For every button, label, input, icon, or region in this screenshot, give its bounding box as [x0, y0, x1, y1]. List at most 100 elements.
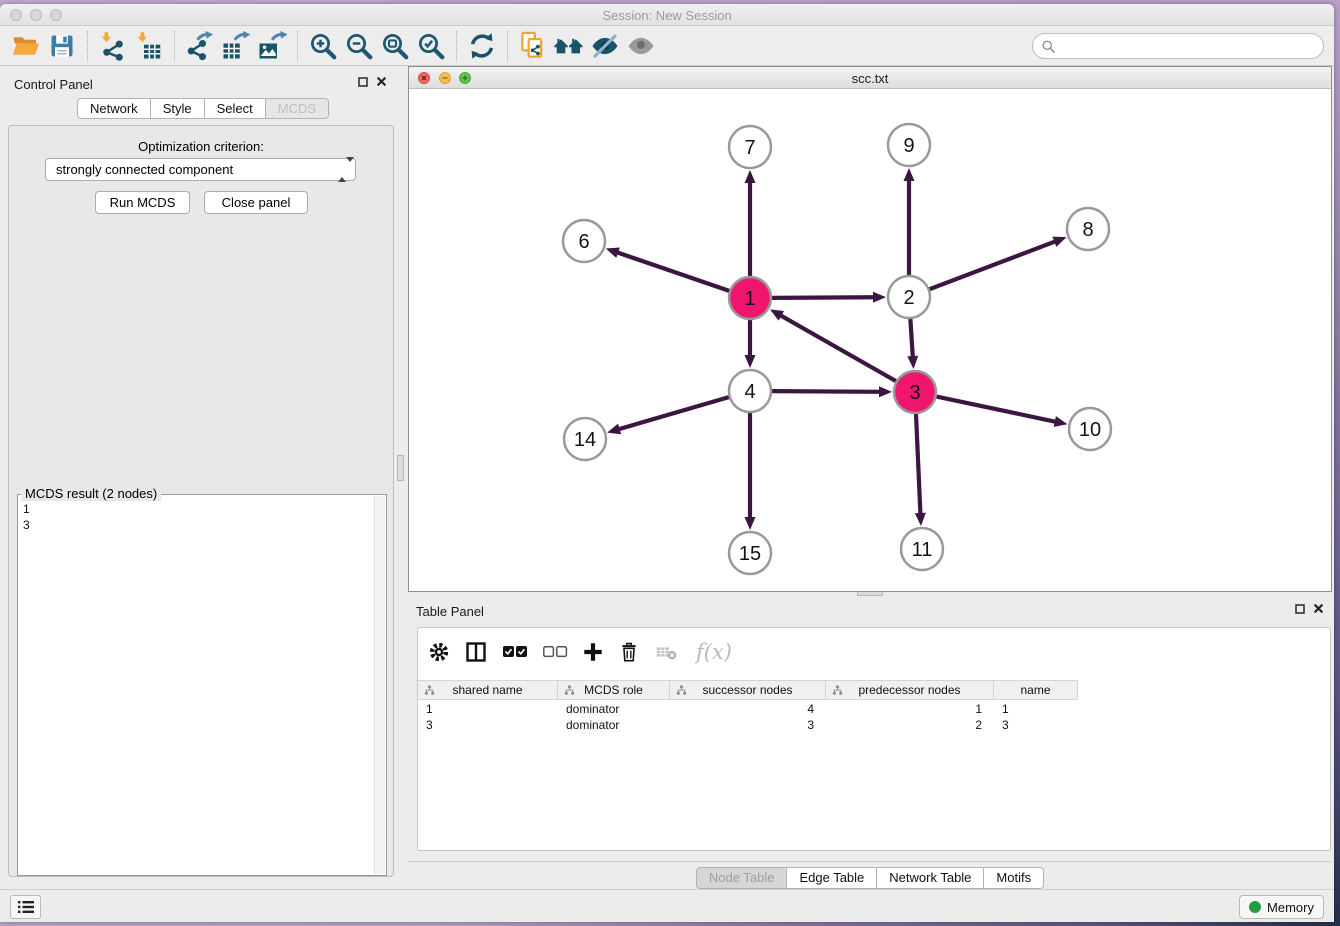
show-all-button[interactable]	[623, 29, 659, 63]
edge-1-2[interactable]	[772, 297, 874, 298]
vertical-splitter-handle[interactable]	[397, 455, 404, 481]
edge-3-10[interactable]	[937, 397, 1056, 422]
close-table-panel-icon[interactable]	[1313, 603, 1324, 614]
close-panel-icon[interactable]	[376, 76, 387, 87]
export-table-button[interactable]	[218, 29, 254, 63]
hide-selected-button[interactable]	[587, 29, 623, 63]
table-cell[interactable]: 1	[994, 701, 1078, 717]
mcds-result-lines: 1 3	[23, 501, 30, 533]
arrowhead-icon	[879, 386, 892, 397]
table-cell[interactable]: dominator	[558, 717, 670, 733]
select-all-button[interactable]	[502, 644, 528, 660]
add-column-button[interactable]	[582, 641, 604, 663]
toolbar-separator	[456, 31, 457, 61]
tab-edge-table[interactable]: Edge Table	[787, 867, 877, 889]
graph-node-label: 14	[574, 429, 596, 451]
toolbar-separator	[87, 31, 88, 61]
toolbar-separator	[507, 31, 508, 61]
edge-4-3[interactable]	[772, 391, 880, 392]
control-panel-tabs: NetworkStyleSelectMCDS	[77, 98, 329, 119]
edge-3-1[interactable]	[780, 315, 895, 381]
arrowhead-icon	[745, 170, 756, 183]
criterion-dropdown[interactable]: strongly connected component	[45, 158, 356, 181]
task-list-icon	[17, 900, 35, 914]
float-panel-icon[interactable]	[358, 77, 368, 87]
edge-3-11[interactable]	[916, 414, 920, 514]
table-row[interactable]: 3dominator323	[418, 717, 1330, 733]
memory-button[interactable]: Memory	[1239, 895, 1324, 919]
table-settings-button[interactable]	[428, 641, 450, 663]
duplicate-network-button[interactable]	[515, 29, 551, 63]
table-cell[interactable]: 4	[670, 701, 826, 717]
column-header-predecessor-nodes[interactable]: predecessor nodes	[826, 680, 994, 700]
mcds-result-line: 3	[23, 517, 30, 533]
table-cell[interactable]: 1	[418, 701, 558, 717]
search-field[interactable]	[1032, 33, 1324, 59]
home-icon	[553, 31, 585, 61]
mcds-panel: Optimization criterion: strongly connect…	[8, 125, 394, 877]
close-panel-button[interactable]: Close panel	[204, 191, 308, 214]
table-cell[interactable]: 3	[994, 717, 1078, 733]
table-cell[interactable]: 1	[826, 701, 994, 717]
column-header-label: name	[1020, 683, 1050, 697]
open-session-button[interactable]	[8, 29, 44, 63]
table-panel-tabs: Node TableEdge TableNetwork TableMotifs	[408, 867, 1332, 889]
table-cell[interactable]: 3	[418, 717, 558, 733]
function-builder-button[interactable]: f(x)	[696, 640, 732, 664]
zoom-in-button[interactable]	[305, 29, 341, 63]
column-header-MCDS-role[interactable]: MCDS role	[558, 680, 670, 700]
graph-node-label: 10	[1079, 419, 1101, 441]
zoom-out-button[interactable]	[341, 29, 377, 63]
zoom-selected-button[interactable]	[413, 29, 449, 63]
home-view-button[interactable]	[551, 29, 587, 63]
graph-node-label: 1	[744, 288, 755, 310]
graph-node-label: 11	[912, 539, 933, 561]
column-header-shared-name[interactable]: shared name	[418, 680, 558, 700]
deselect-all-button[interactable]	[542, 644, 568, 660]
table-cell[interactable]: dominator	[558, 701, 670, 717]
tab-motifs[interactable]: Motifs	[984, 867, 1044, 889]
toolbar-separator	[297, 31, 298, 61]
network-graph-canvas[interactable]: 7968124314101511	[409, 89, 1331, 592]
column-type-icon	[832, 685, 843, 696]
column-header-successor-nodes[interactable]: successor nodes	[670, 680, 826, 700]
export-network-button[interactable]	[182, 29, 218, 63]
tab-mcds[interactable]: MCDS	[266, 98, 329, 119]
tab-select[interactable]: Select	[205, 98, 266, 119]
refresh-view-button[interactable]	[464, 29, 500, 63]
import-network-button[interactable]	[95, 29, 131, 63]
zoom-fit-button[interactable]	[377, 29, 413, 63]
tab-network-table[interactable]: Network Table	[877, 867, 984, 889]
delete-table-button[interactable]	[654, 641, 680, 663]
edge-2-3[interactable]	[910, 319, 912, 357]
delete-column-button[interactable]	[618, 641, 640, 663]
table-row[interactable]: 1dominator411	[418, 701, 1330, 717]
task-history-button[interactable]	[10, 895, 41, 919]
result-scrollbar[interactable]	[374, 496, 385, 874]
edge-1-6[interactable]	[617, 252, 729, 290]
plus-icon	[582, 641, 604, 663]
edge-2-8[interactable]	[930, 241, 1056, 289]
table-cell[interactable]: 2	[826, 717, 994, 733]
column-header-name[interactable]: name	[994, 680, 1078, 700]
run-mcds-button[interactable]: Run MCDS	[95, 191, 190, 214]
save-session-button[interactable]	[44, 29, 80, 63]
export-image-icon	[257, 31, 287, 61]
tab-network[interactable]: Network	[77, 98, 151, 119]
table-cell[interactable]: 3	[670, 717, 826, 733]
optimization-criterion-label: Optimization criterion:	[9, 139, 393, 154]
search-input[interactable]	[1056, 36, 1323, 56]
network-window-titlebar: scc.txt	[409, 67, 1331, 89]
tab-node-table[interactable]: Node Table	[696, 867, 788, 889]
memory-status-icon	[1249, 901, 1261, 913]
tab-style[interactable]: Style	[151, 98, 205, 119]
export-image-button[interactable]	[254, 29, 290, 63]
column-header-label: predecessor nodes	[858, 683, 960, 697]
edge-4-14[interactable]	[619, 397, 729, 429]
import-table-button[interactable]	[131, 29, 167, 63]
float-table-panel-icon[interactable]	[1295, 604, 1305, 614]
split-view-button[interactable]	[464, 640, 488, 664]
export-table-icon	[221, 31, 251, 61]
arrowhead-icon	[1052, 237, 1066, 247]
open-folder-icon	[11, 31, 41, 61]
